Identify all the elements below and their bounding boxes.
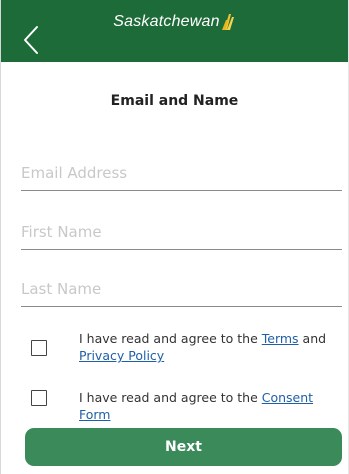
privacy-policy-link[interactable]: Privacy Policy	[79, 348, 164, 363]
terms-agreement-row: I have read and agree to the Terms and P…	[31, 330, 343, 364]
terms-conjunction-text: and	[298, 331, 327, 346]
page-title: Email and Name	[110, 93, 239, 109]
consent-prefix-text: I have read and agree to the	[79, 390, 262, 405]
email-input[interactable]	[21, 155, 342, 190]
terms-checkbox[interactable]	[31, 340, 47, 356]
consent-checkbox[interactable]	[31, 390, 47, 406]
first-name-field-container	[21, 214, 342, 250]
last-name-field-container	[21, 271, 342, 307]
last-name-input[interactable]	[21, 271, 342, 306]
next-button[interactable]: Next	[25, 428, 342, 466]
consent-agreement-text: I have read and agree to the Consent For…	[79, 389, 343, 423]
app-header: Saskatchewan	[1, 0, 348, 62]
terms-prefix-text: I have read and agree to the	[79, 331, 262, 346]
brand-name: Saskatchewan	[113, 13, 220, 30]
wheat-sheaf-icon	[221, 11, 236, 31]
consent-agreement-row: I have read and agree to the Consent For…	[31, 389, 343, 423]
terms-agreement-text: I have read and agree to the Terms and P…	[79, 330, 326, 364]
first-name-input[interactable]	[21, 214, 342, 249]
terms-link[interactable]: Terms	[262, 331, 299, 346]
email-field-container	[21, 155, 342, 191]
brand-logo: Saskatchewan	[1, 11, 348, 31]
app-window: Saskatchewan Email and Name I have read …	[0, 0, 349, 474]
